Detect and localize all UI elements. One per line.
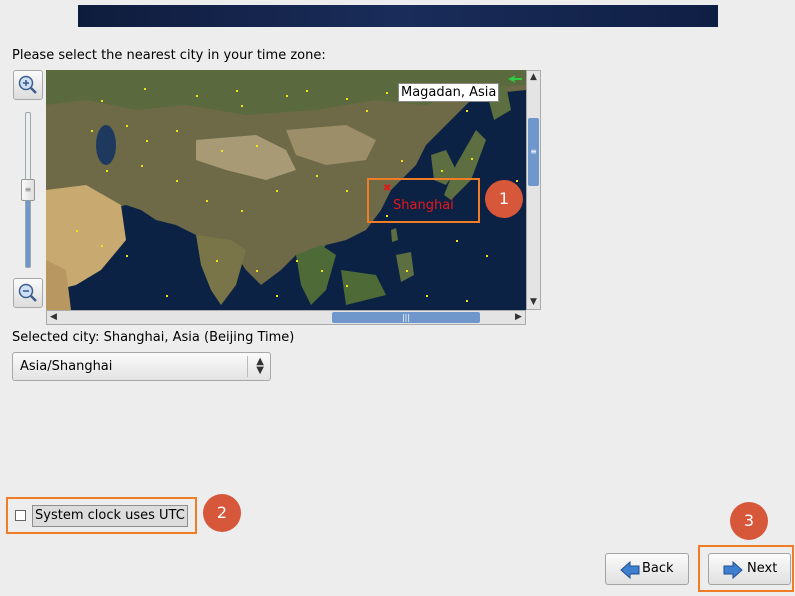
back-button[interactable]: Back bbox=[605, 553, 689, 585]
next-button[interactable]: Next bbox=[708, 553, 791, 585]
updown-chevron-icon: ▲ ▼ bbox=[256, 356, 264, 376]
back-arrow-icon bbox=[620, 561, 640, 579]
select-divider bbox=[247, 356, 248, 377]
zoom-slider-handle[interactable]: ≡ bbox=[21, 179, 35, 201]
map-vertical-scrollbar[interactable]: ▲ ≡ ▼ bbox=[526, 70, 541, 310]
zoom-out-icon bbox=[18, 283, 37, 302]
scroll-right-icon[interactable]: ▶ bbox=[512, 311, 525, 324]
scroll-down-icon[interactable]: ▼ bbox=[527, 296, 540, 309]
header-banner bbox=[78, 5, 718, 27]
next-button-label: Next bbox=[747, 561, 778, 576]
zoom-in-icon bbox=[18, 75, 37, 94]
vertical-scroll-thumb[interactable]: ≡ bbox=[528, 118, 539, 186]
selected-city-text: Selected city: Shanghai, Asia (Beijing T… bbox=[12, 330, 295, 345]
scroll-up-icon[interactable]: ▲ bbox=[527, 71, 540, 84]
map-hover-label: Magadan, Asia bbox=[398, 83, 500, 102]
utc-checkbox-label[interactable]: System clock uses UTC bbox=[32, 505, 188, 527]
back-button-label: Back bbox=[642, 561, 674, 576]
timezone-select-value: Asia/Shanghai bbox=[20, 359, 113, 374]
annotation-badge-2: 2 bbox=[203, 494, 241, 532]
annotation-badge-3: 3 bbox=[730, 502, 768, 540]
timezone-select[interactable]: Asia/Shanghai ▲ ▼ bbox=[12, 352, 271, 381]
horizontal-scroll-thumb[interactable]: ||| bbox=[332, 312, 480, 323]
timezone-prompt: Please select the nearest city in your t… bbox=[12, 48, 326, 63]
scroll-left-icon[interactable]: ◀ bbox=[47, 311, 60, 324]
annotation-highlight-1 bbox=[367, 178, 480, 223]
map-horizontal-scrollbar[interactable]: ◀ ||| ▶ bbox=[46, 310, 526, 325]
annotation-badge-1: 1 bbox=[485, 180, 523, 218]
next-arrow-icon bbox=[723, 561, 743, 579]
zoom-in-button[interactable] bbox=[13, 70, 43, 100]
utc-checkbox[interactable] bbox=[15, 510, 26, 521]
zoom-out-button[interactable] bbox=[13, 278, 43, 308]
